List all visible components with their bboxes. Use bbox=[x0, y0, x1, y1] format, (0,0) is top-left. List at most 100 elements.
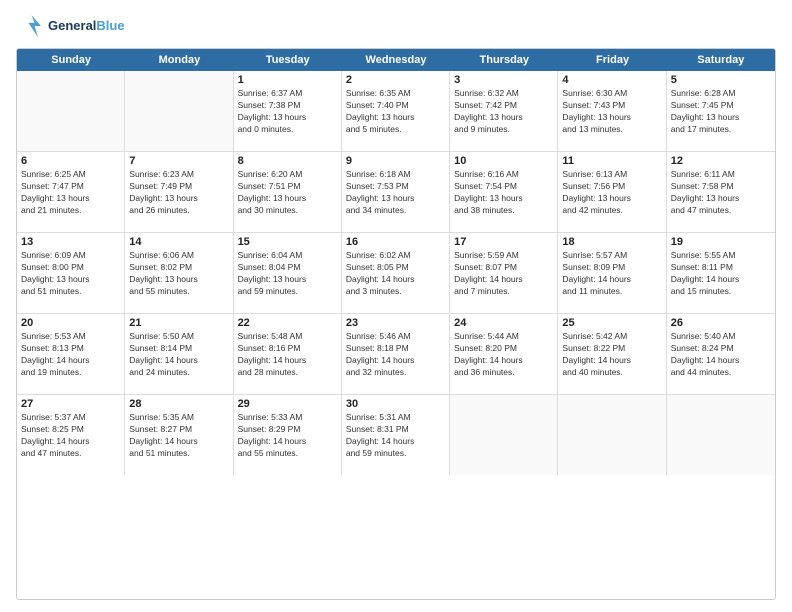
logo-text: GeneralBlue bbox=[48, 18, 125, 34]
cell-text: Sunrise: 5:31 AM bbox=[346, 412, 445, 424]
cell-text: Daylight: 13 hours bbox=[562, 112, 661, 124]
calendar-cell: 25 Sunrise: 5:42 AMSunset: 8:22 PMDayligh… bbox=[558, 314, 666, 394]
day-number: 27 bbox=[21, 398, 120, 410]
cell-text: and 51 minutes. bbox=[129, 448, 228, 460]
day-number: 11 bbox=[562, 155, 661, 167]
cell-text: Sunset: 8:02 PM bbox=[129, 262, 228, 274]
day-number: 8 bbox=[238, 155, 337, 167]
cell-text: Daylight: 13 hours bbox=[129, 274, 228, 286]
cell-text: and 47 minutes. bbox=[671, 205, 771, 217]
cell-text: and 30 minutes. bbox=[238, 205, 337, 217]
logo: GeneralBlue bbox=[16, 12, 125, 40]
day-number: 23 bbox=[346, 317, 445, 329]
day-number: 24 bbox=[454, 317, 553, 329]
cell-text: Daylight: 13 hours bbox=[21, 274, 120, 286]
calendar-cell: 15Sunrise: 6:04 AMSunset: 8:04 PMDayligh… bbox=[234, 233, 342, 313]
calendar-cell: 3Sunrise: 6:32 AMSunset: 7:42 PMDaylight… bbox=[450, 71, 558, 151]
cell-text: Sunset: 8:18 PM bbox=[346, 343, 445, 355]
cell-text: Sunrise: 5:44 AM bbox=[454, 331, 553, 343]
cell-text: Sunrise: 5:35 AM bbox=[129, 412, 228, 424]
cell-text: and 26 minutes. bbox=[129, 205, 228, 217]
cell-text: Daylight: 13 hours bbox=[238, 274, 337, 286]
day-number: 29 bbox=[238, 398, 337, 410]
cell-text: Sunset: 8:14 PM bbox=[129, 343, 228, 355]
calendar-cell: 24Sunrise: 5:44 AMSunset: 8:20 PMDayligh… bbox=[450, 314, 558, 394]
cell-text: Sunrise: 6:11 AM bbox=[671, 169, 771, 181]
cell-text: Sunset: 7:42 PM bbox=[454, 100, 553, 112]
cell-text: Sunset: 8:13 PM bbox=[21, 343, 120, 355]
calendar-cell: 14 Sunrise: 6:06 AMSunset: 8:02 PMDayligh… bbox=[125, 233, 233, 313]
cell-text: Sunrise: 6:04 AM bbox=[238, 250, 337, 262]
calendar-cell: 8Sunrise: 6:20 AMSunset: 7:51 PMDaylight… bbox=[234, 152, 342, 232]
calendar-cell: 20Sunrise: 5:53 AMSunset: 8:13 PMDayligh… bbox=[17, 314, 125, 394]
cell-text: and 5 minutes. bbox=[346, 124, 445, 136]
cell-text: Sunrise: 5:59 AM bbox=[454, 250, 553, 262]
cell-text: and 7 minutes. bbox=[454, 286, 553, 298]
day-number: 28 bbox=[129, 398, 228, 410]
calendar-cell: 27Sunrise: 5:37 AMSunset: 8:25 PMDayligh… bbox=[17, 395, 125, 475]
cell-text: Daylight: 14 hours bbox=[346, 436, 445, 448]
calendar-cell: 23 Sunrise: 5:46 AMSunset: 8:18 PMDayligh… bbox=[342, 314, 450, 394]
calendar-cell bbox=[667, 395, 775, 475]
calendar-row: 13Sunrise: 6:09 AMSunset: 8:00 PMDayligh… bbox=[17, 233, 775, 314]
cell-text: Sunset: 8:04 PM bbox=[238, 262, 337, 274]
day-number: 20 bbox=[21, 317, 120, 329]
cell-text: and 28 minutes. bbox=[238, 367, 337, 379]
cell-text: and 19 minutes. bbox=[21, 367, 120, 379]
calendar-cell: 2Sunrise: 6:35 AMSunset: 7:40 PMDaylight… bbox=[342, 71, 450, 151]
calendar-cell: 11Sunrise: 6:13 AMSunset: 7:56 PMDayligh… bbox=[558, 152, 666, 232]
cell-text: Sunset: 8:20 PM bbox=[454, 343, 553, 355]
cell-text: Sunset: 8:00 PM bbox=[21, 262, 120, 274]
day-number: 22 bbox=[238, 317, 337, 329]
cell-text: Sunset: 8:09 PM bbox=[562, 262, 661, 274]
cell-text: and 3 minutes. bbox=[346, 286, 445, 298]
calendar-row: 20 Sunrise: 5:53 AMSunset: 8:13 PM Dayligh… bbox=[17, 314, 775, 395]
header-day-tuesday: Tuesday bbox=[234, 49, 342, 71]
cell-text: Sunrise: 5:40 AM bbox=[671, 331, 771, 343]
cell-text: Sunrise: 6:06 AM bbox=[129, 250, 228, 262]
cell-text: and 44 minutes. bbox=[671, 367, 771, 379]
cell-text: Sunrise: 5:42 AM bbox=[562, 331, 661, 343]
cell-text: Sunset: 8:11 PM bbox=[671, 262, 771, 274]
calendar-cell: 12Sunrise: 6:11 AMSunset: 7:58 PMDayligh… bbox=[667, 152, 775, 232]
cell-text: Daylight: 14 hours bbox=[562, 355, 661, 367]
cell-text: and 55 minutes. bbox=[129, 286, 228, 298]
cell-text: Sunrise: 5:53 AM bbox=[21, 331, 120, 343]
cell-text: Sunrise: 5:46 AM bbox=[346, 331, 445, 343]
cell-text: and 51 minutes. bbox=[21, 286, 120, 298]
cell-text: and 47 minutes. bbox=[21, 448, 120, 460]
cell-text: Sunrise: 5:48 AM bbox=[238, 331, 337, 343]
cell-text: and 11 minutes. bbox=[562, 286, 661, 298]
cell-text: Sunset: 8:22 PM bbox=[562, 343, 661, 355]
calendar-cell: 26Sunrise: 5:40 AMSunset: 8:24 PMDayligh… bbox=[667, 314, 775, 394]
cell-text: Daylight: 13 hours bbox=[562, 193, 661, 205]
day-number: 3 bbox=[454, 74, 553, 86]
cell-text: Sunrise: 6:35 AM bbox=[346, 88, 445, 100]
cell-text: Sunrise: 5:33 AM bbox=[238, 412, 337, 424]
day-number: 14 bbox=[129, 236, 228, 248]
cell-text: Sunrise: 5:37 AM bbox=[21, 412, 120, 424]
calendar-cell: 6Sunrise: 6:25 AMSunset: 7:47 PMDaylight… bbox=[17, 152, 125, 232]
cell-text: Daylight: 14 hours bbox=[21, 436, 120, 448]
cell-text: and 21 minutes. bbox=[21, 205, 120, 217]
cell-text: Daylight: 14 hours bbox=[238, 355, 337, 367]
cell-text: Sunset: 7:38 PM bbox=[238, 100, 337, 112]
day-number: 18 bbox=[562, 236, 661, 248]
cell-text: and 55 minutes. bbox=[238, 448, 337, 460]
cell-text: and 24 minutes. bbox=[129, 367, 228, 379]
calendar-cell: 17Sunrise: 5:59 AMSunset: 8:07 PMDayligh… bbox=[450, 233, 558, 313]
header-day-sunday: Sunday bbox=[17, 49, 125, 71]
cell-text: Sunrise: 6:32 AM bbox=[454, 88, 553, 100]
calendar-row: 6Sunrise: 6:25 AMSunset: 7:47 PMDaylight… bbox=[17, 152, 775, 233]
calendar: SundayMondayTuesdayWednesdayThursdayFrid… bbox=[16, 48, 776, 600]
cell-text: and 15 minutes. bbox=[671, 286, 771, 298]
day-number: 5 bbox=[671, 74, 771, 86]
cell-text: Sunrise: 6:37 AM bbox=[238, 88, 337, 100]
day-number: 25 bbox=[562, 317, 661, 329]
calendar-header: SundayMondayTuesdayWednesdayThursdayFrid… bbox=[17, 49, 775, 71]
cell-text: Sunset: 8:16 PM bbox=[238, 343, 337, 355]
cell-text: Sunset: 7:43 PM bbox=[562, 100, 661, 112]
cell-text: and 38 minutes. bbox=[454, 205, 553, 217]
header-day-thursday: Thursday bbox=[450, 49, 558, 71]
cell-text: Daylight: 14 hours bbox=[346, 355, 445, 367]
